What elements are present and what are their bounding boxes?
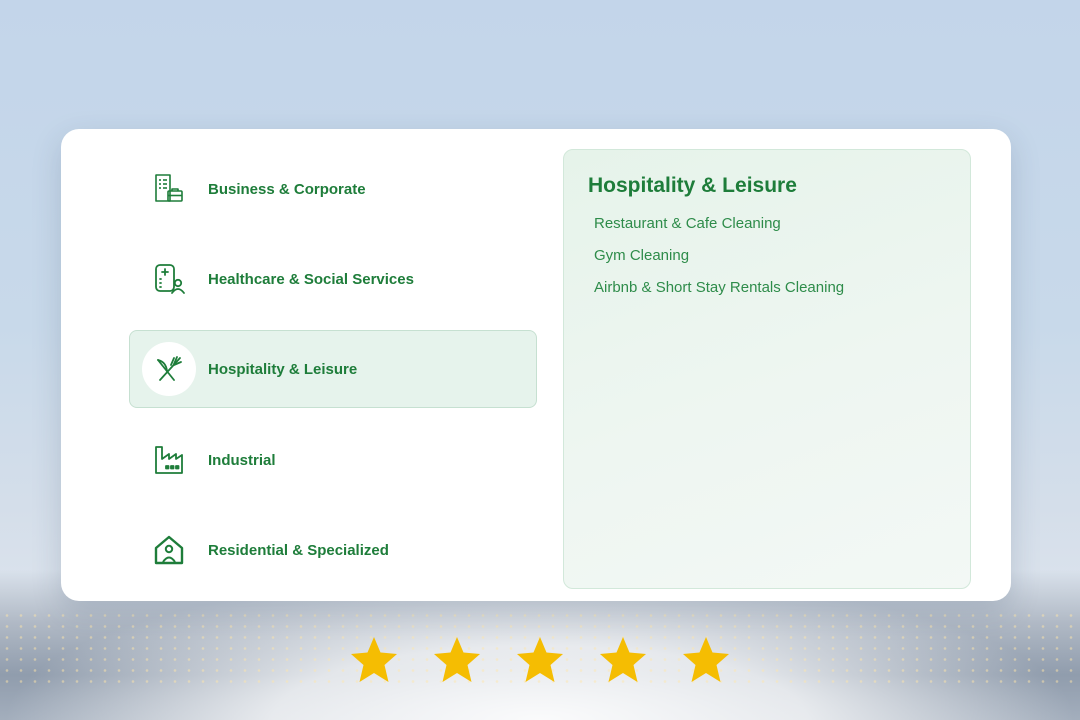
star-icon xyxy=(351,637,397,682)
category-label: Business & Corporate xyxy=(208,180,366,198)
category-item-industrial[interactable]: Industrial xyxy=(129,421,537,499)
category-item-healthcare[interactable]: Healthcare & Social Services xyxy=(129,240,537,318)
detail-title: Hospitality & Leisure xyxy=(588,174,797,197)
service-list: Restaurant & Cafe Cleaning Gym Cleaning … xyxy=(588,208,946,304)
service-item[interactable]: Airbnb & Short Stay Rentals Cleaning xyxy=(594,272,946,304)
fork-knife-icon xyxy=(142,342,196,396)
category-detail-panel: Hospitality & Leisure Restaurant & Cafe … xyxy=(563,149,971,589)
office-building-icon xyxy=(142,162,196,216)
star-icon xyxy=(434,637,480,682)
category-item-hospitality[interactable]: Hospitality & Leisure xyxy=(129,330,537,408)
medical-clipboard-icon xyxy=(142,252,196,306)
category-label: Residential & Specialized xyxy=(208,541,389,559)
star-icon xyxy=(600,637,646,682)
category-label: Hospitality & Leisure xyxy=(208,360,358,378)
category-label: Industrial xyxy=(208,451,276,469)
services-card: Business & Corporate Healthcare & Social… xyxy=(61,129,1011,601)
house-person-icon xyxy=(142,523,196,577)
service-item[interactable]: Restaurant & Cafe Cleaning xyxy=(594,208,946,240)
category-list: Business & Corporate Healthcare & Social… xyxy=(129,129,539,601)
factory-icon xyxy=(142,433,196,487)
category-item-business[interactable]: Business & Corporate xyxy=(129,150,537,228)
category-item-residential[interactable]: Residential & Specialized xyxy=(129,511,537,589)
star-icon xyxy=(683,637,729,682)
service-item[interactable]: Gym Cleaning xyxy=(594,240,946,272)
category-label: Healthcare & Social Services xyxy=(208,270,414,288)
star-icon xyxy=(517,637,563,682)
rating-stars xyxy=(348,634,732,690)
